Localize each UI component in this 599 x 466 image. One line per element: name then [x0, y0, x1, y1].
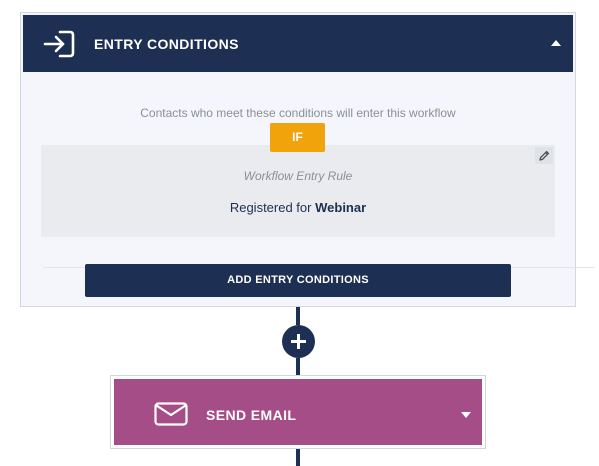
- rule-prefix: Registered for: [229, 200, 312, 215]
- connector-line: [296, 358, 300, 375]
- entry-conditions-header[interactable]: ENTRY CONDITIONS: [23, 15, 573, 72]
- edit-rule-button[interactable]: [535, 147, 553, 164]
- entry-conditions-title: ENTRY CONDITIONS: [94, 36, 239, 52]
- workflow-canvas: ENTRY CONDITIONS Contacts who meet these…: [0, 0, 599, 466]
- if-badge: IF: [270, 123, 325, 152]
- rule-value: Webinar: [315, 200, 367, 215]
- rule-text: Registered for Webinar: [41, 200, 555, 215]
- entry-rule-box[interactable]: Workflow Entry Rule Registered for Webin…: [41, 145, 555, 237]
- send-email-title: SEND EMAIL: [206, 407, 297, 423]
- connector-line: [296, 449, 300, 466]
- entry-description: Contacts who meet these conditions will …: [140, 106, 456, 120]
- send-email-card: SEND EMAIL: [110, 375, 486, 449]
- add-step-button[interactable]: [282, 325, 315, 358]
- send-email-header[interactable]: SEND EMAIL: [114, 379, 482, 445]
- add-entry-conditions-button[interactable]: ADD ENTRY CONDITIONS: [85, 264, 511, 297]
- connector-line: [296, 307, 300, 325]
- sign-in-icon: [43, 30, 75, 58]
- envelope-icon: [154, 402, 188, 426]
- expand-caret-icon[interactable]: [461, 412, 471, 418]
- rule-title: Workflow Entry Rule: [243, 169, 353, 183]
- pencil-icon: [539, 150, 550, 161]
- collapse-caret-icon[interactable]: [551, 40, 561, 46]
